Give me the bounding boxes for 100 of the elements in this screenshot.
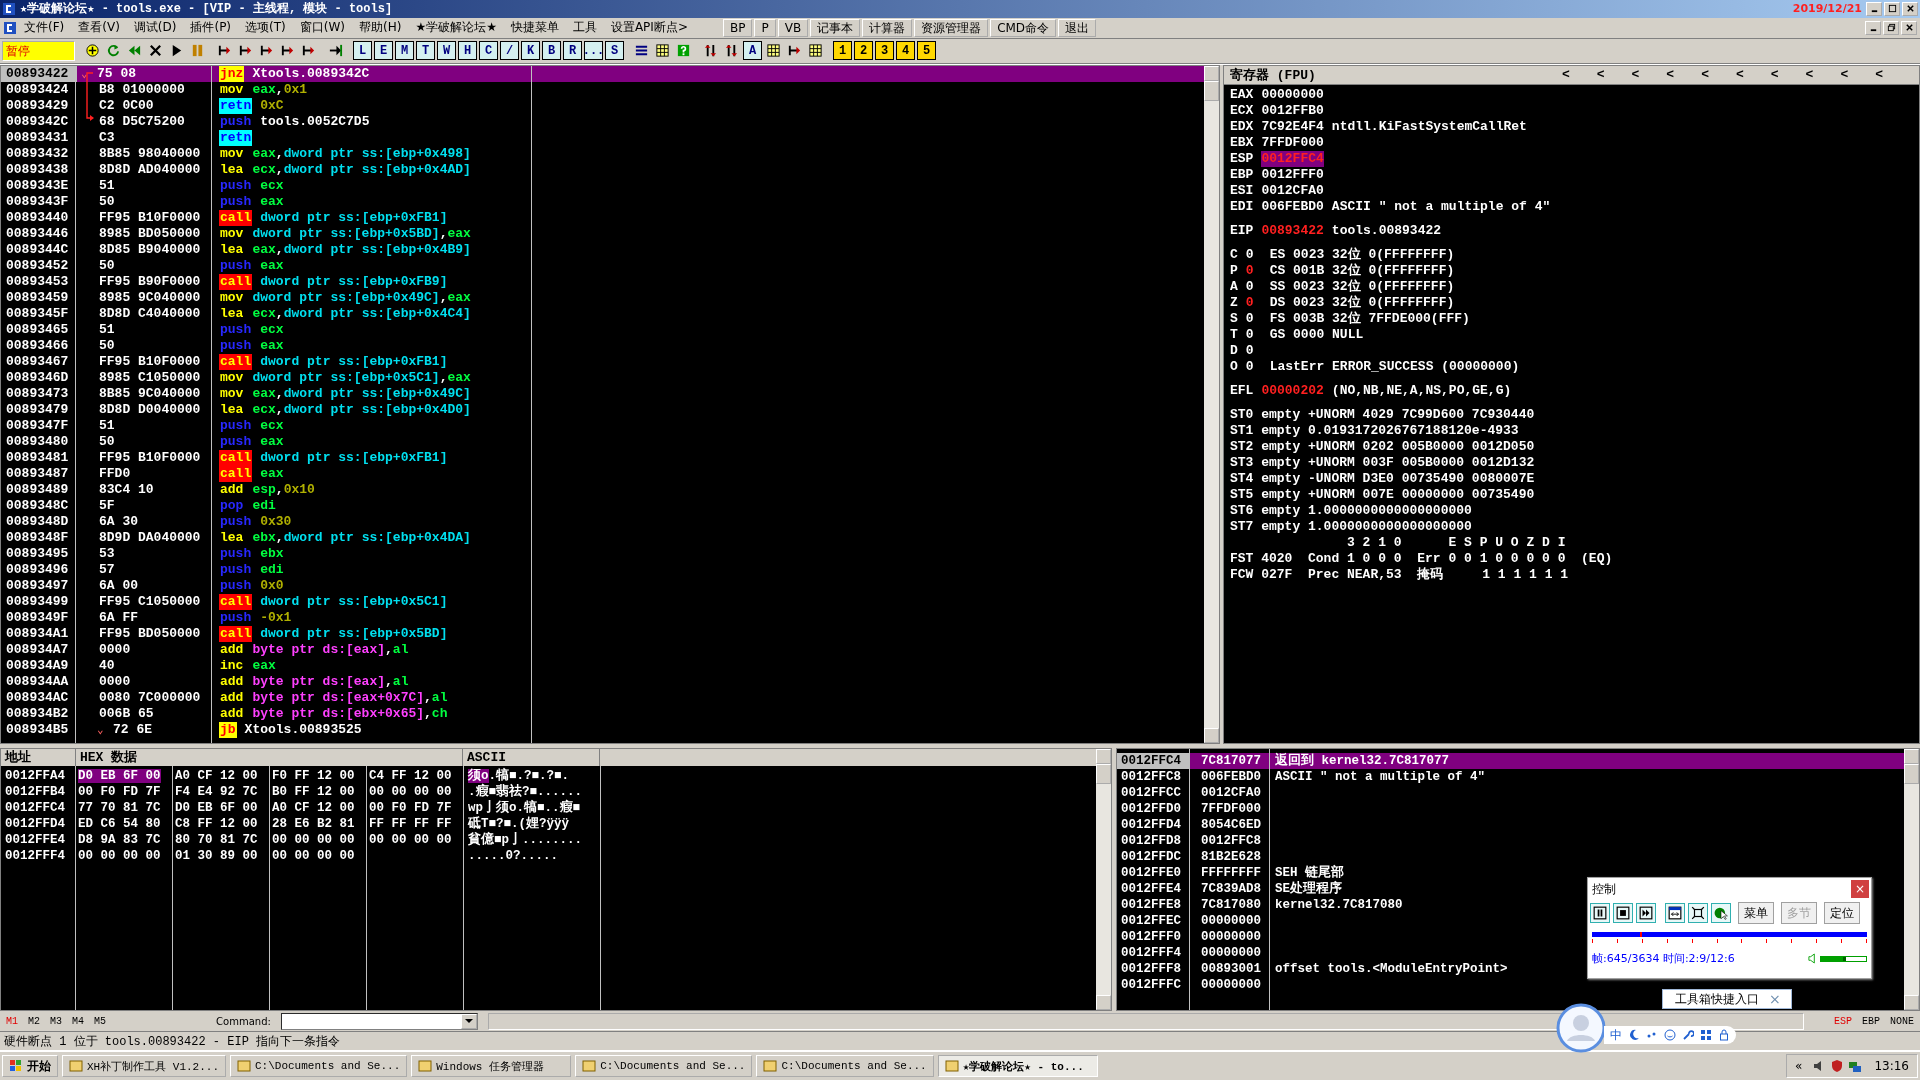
volume-slider[interactable]	[1820, 955, 1867, 962]
flag-value[interactable]: 0	[1245, 246, 1254, 263]
toolbar-button[interactable]: 2	[854, 41, 873, 61]
collapse-arrow[interactable]: <	[1596, 67, 1605, 83]
menu-button[interactable]: 计算器	[862, 18, 913, 37]
progress-track[interactable]	[1592, 932, 1867, 937]
menu-button[interactable]: CMD命令	[990, 18, 1057, 37]
player-button[interactable]	[1665, 903, 1685, 923]
network-icon[interactable]	[1848, 1059, 1863, 1074]
menu-item[interactable]: 选项(T)	[238, 19, 293, 37]
flag-value[interactable]: 0	[1245, 262, 1254, 279]
control-button[interactable]: 定位	[1824, 902, 1860, 924]
toolbar-button[interactable]: R	[563, 41, 582, 61]
lock-icon[interactable]	[1718, 1029, 1730, 1041]
menu-button[interactable]: 退出	[1058, 18, 1097, 37]
taskbar-button[interactable]: ★学破解论坛★ - to...	[937, 1055, 1098, 1078]
collapse-arrow[interactable]: <	[1770, 67, 1779, 83]
collapse-arrow[interactable]: <	[1840, 67, 1849, 83]
memory-tab[interactable]: M2	[28, 1015, 41, 1027]
control-button[interactable]: 菜单	[1738, 902, 1774, 924]
wrench-icon[interactable]	[1682, 1029, 1694, 1041]
register-value[interactable]: 7C92E4F4	[1261, 118, 1324, 135]
toolbar-button[interactable]: 3	[875, 41, 894, 61]
toolbar-button[interactable]: K	[521, 41, 540, 61]
tray-expand[interactable]: «	[1795, 1059, 1803, 1074]
collapse-arrow[interactable]: <	[1666, 67, 1675, 83]
player-button[interactable]	[1636, 903, 1656, 923]
toolbar-button[interactable]: 5	[917, 41, 936, 61]
taskbar-button[interactable]: Windows 任务管理器	[411, 1055, 572, 1078]
toolbar-button[interactable]: L	[353, 41, 372, 61]
register-tab[interactable]: NONE	[1890, 1015, 1914, 1027]
menu-item[interactable]: ★学破解论坛★	[408, 19, 504, 37]
register-value[interactable]: 00000000	[1261, 86, 1324, 103]
menu-button[interactable]: P	[754, 18, 776, 37]
column-header[interactable]: 地址	[1, 749, 76, 767]
close-button[interactable]: ×	[1769, 991, 1781, 1007]
avatar-icon[interactable]	[1556, 1003, 1606, 1053]
toolbar-button[interactable]: B	[542, 41, 561, 61]
flag-value[interactable]: 0	[1245, 342, 1254, 359]
menu-item[interactable]: 工具	[565, 19, 604, 37]
menu-item[interactable]: 快捷菜单	[503, 19, 566, 37]
register-value[interactable]: 00000202	[1261, 382, 1324, 399]
close-button[interactable]	[1902, 1, 1918, 16]
memory-tab[interactable]: M4	[72, 1015, 85, 1027]
flag-value[interactable]: 0	[1245, 294, 1254, 311]
scrollbar[interactable]	[1096, 749, 1111, 1011]
toolbar-button[interactable]: M	[395, 41, 414, 61]
collapse-arrow[interactable]: <	[1631, 67, 1640, 83]
register-value[interactable]: 7FFDF000	[1261, 134, 1324, 151]
taskbar-button[interactable]: C:\Documents and Se...	[230, 1055, 408, 1078]
menu-item[interactable]: 查看(V)	[71, 19, 127, 37]
minimize-button[interactable]	[1866, 1, 1882, 16]
toolbar-button[interactable]: A	[743, 41, 762, 61]
menu-item[interactable]: 插件(P)	[183, 19, 239, 37]
toolbar-button[interactable]: 4	[896, 41, 915, 61]
register-value[interactable]: 0012CFA0	[1261, 182, 1324, 199]
minimize-button[interactable]	[1865, 20, 1881, 35]
toolbar-button[interactable]: H	[458, 41, 477, 61]
menu-item[interactable]: 窗口(W)	[292, 19, 352, 37]
toolbar-button[interactable]: E	[374, 41, 393, 61]
menu-button[interactable]: VB	[777, 18, 809, 37]
grid-icon[interactable]	[1700, 1029, 1712, 1041]
ime-mode[interactable]: 中	[1610, 1026, 1622, 1044]
maximize-button[interactable]	[1884, 1, 1900, 16]
flag-value[interactable]: 0	[1245, 310, 1254, 327]
player-button[interactable]	[1590, 903, 1610, 923]
toolbar-button[interactable]: T	[416, 41, 435, 61]
menu-button[interactable]: 记事本	[810, 18, 861, 37]
moon-icon[interactable]	[1628, 1029, 1640, 1041]
flag-value[interactable]: 0	[1245, 278, 1254, 295]
menu-button[interactable]: BP	[722, 18, 753, 37]
taskbar-button[interactable]: XH补丁制作工具 V1.2...	[62, 1055, 226, 1078]
collapse-arrow[interactable]: <	[1561, 67, 1570, 83]
register-value[interactable]: 0012FFF0	[1261, 166, 1324, 183]
register-value[interactable]: 00893422	[1261, 222, 1324, 239]
toolbar-button[interactable]: /	[500, 41, 519, 61]
menu-button[interactable]: 资源管理器	[914, 18, 989, 37]
memory-tab[interactable]: M5	[94, 1015, 107, 1027]
menu-item[interactable]: 帮助(H)	[352, 19, 409, 37]
player-button[interactable]	[1613, 903, 1633, 923]
close-button[interactable]: ×	[1851, 880, 1869, 898]
shield-icon[interactable]	[1830, 1059, 1845, 1074]
flag-value[interactable]: 0	[1245, 326, 1254, 343]
collapse-arrow[interactable]: <	[1875, 67, 1883, 83]
volume-icon[interactable]	[1808, 953, 1817, 964]
taskbar-button[interactable]: C:\Documents and Se...	[575, 1055, 753, 1078]
collapse-arrow[interactable]: <	[1701, 67, 1709, 83]
scrollbar[interactable]	[1204, 65, 1219, 744]
toolbar-button[interactable]: S	[605, 41, 624, 61]
player-button[interactable]	[1688, 903, 1708, 923]
collapse-arrow[interactable]: <	[1735, 67, 1744, 83]
memory-tab[interactable]: M3	[50, 1015, 63, 1027]
menu-item[interactable]: 设置API断点>	[603, 19, 695, 37]
register-value[interactable]: 006FEBD0	[1261, 198, 1324, 215]
menu-item[interactable]: 调试(D)	[126, 19, 184, 37]
menu-item[interactable]: 文件(F)	[17, 19, 72, 37]
collapse-arrow[interactable]: <	[1805, 67, 1814, 83]
toolbar-button[interactable]: 1	[833, 41, 852, 61]
register-value[interactable]: 0012FFB0	[1261, 102, 1324, 119]
smiley-icon[interactable]	[1664, 1029, 1676, 1041]
